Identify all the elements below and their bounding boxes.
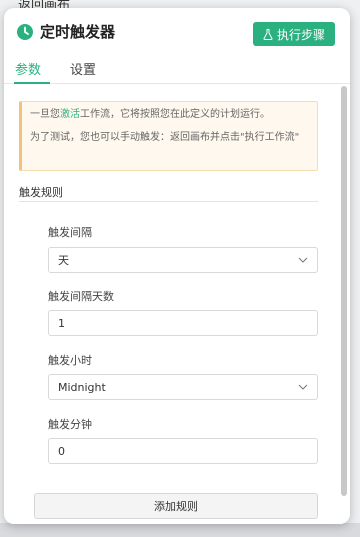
panel-title: 定时触发器 xyxy=(40,23,116,41)
tab-parameters[interactable]: 参数 xyxy=(15,59,41,78)
chevron-down-icon xyxy=(298,384,308,390)
flask-icon xyxy=(263,28,273,40)
notice-text-after: 工作流，它将按照您在此定义的计划运行。 xyxy=(80,109,270,120)
clock-icon xyxy=(17,24,33,40)
parameters-content: 一旦您激活工作流，它将按照您在此定义的计划运行。 为了测试，您也可以手动触发：返… xyxy=(4,86,340,524)
trigger-days-value: 1 xyxy=(58,316,65,330)
section-divider xyxy=(19,201,318,202)
trigger-minute-label: 触发分钟 xyxy=(48,418,92,431)
activate-link[interactable]: 激活 xyxy=(60,109,80,120)
trigger-days-label: 触发间隔天数 xyxy=(48,290,114,303)
trigger-interval-value: 天 xyxy=(58,254,69,267)
notice-line-1: 一旦您激活工作流，它将按照您在此定义的计划运行。 xyxy=(30,108,309,121)
trigger-minute-value: 0 xyxy=(58,444,65,458)
chevron-down-icon xyxy=(298,257,308,263)
canvas-bottom-strip xyxy=(0,523,360,537)
activation-notice: 一旦您激活工作流，它将按照您在此定义的计划运行。 为了测试，您也可以手动触发：返… xyxy=(19,101,318,171)
trigger-interval-label: 触发间隔 xyxy=(48,226,92,239)
execute-step-button[interactable]: 执行步骤 xyxy=(253,22,335,46)
trigger-days-input[interactable]: 1 xyxy=(48,310,318,336)
node-settings-panel: 定时触发器 执行步骤 参数 设置 一旦您激活工作流，它将按照您在此定义的计划运行… xyxy=(4,8,350,524)
add-rule-button[interactable]: 添加规则 xyxy=(34,493,318,519)
notice-text-before: 一旦您 xyxy=(30,109,60,120)
tab-settings[interactable]: 设置 xyxy=(70,59,96,78)
trigger-hour-value: Midnight xyxy=(58,380,106,394)
notice-line-2: 为了测试，您也可以手动触发：返回画布并点击"执行工作流" xyxy=(30,132,300,143)
scrollbar-thumb[interactable] xyxy=(341,86,347,496)
active-tab-indicator xyxy=(14,82,50,84)
panel-header: 定时触发器 执行步骤 xyxy=(4,8,350,54)
tab-bar: 参数 设置 xyxy=(4,56,350,84)
trigger-minute-input[interactable]: 0 xyxy=(48,438,318,464)
trigger-hour-label: 触发小时 xyxy=(48,354,92,367)
trigger-interval-select[interactable]: 天 xyxy=(48,247,318,273)
trigger-rules-heading: 触发规则 xyxy=(19,186,63,199)
trigger-hour-select[interactable]: Midnight xyxy=(48,374,318,400)
execute-step-label: 执行步骤 xyxy=(276,27,325,42)
